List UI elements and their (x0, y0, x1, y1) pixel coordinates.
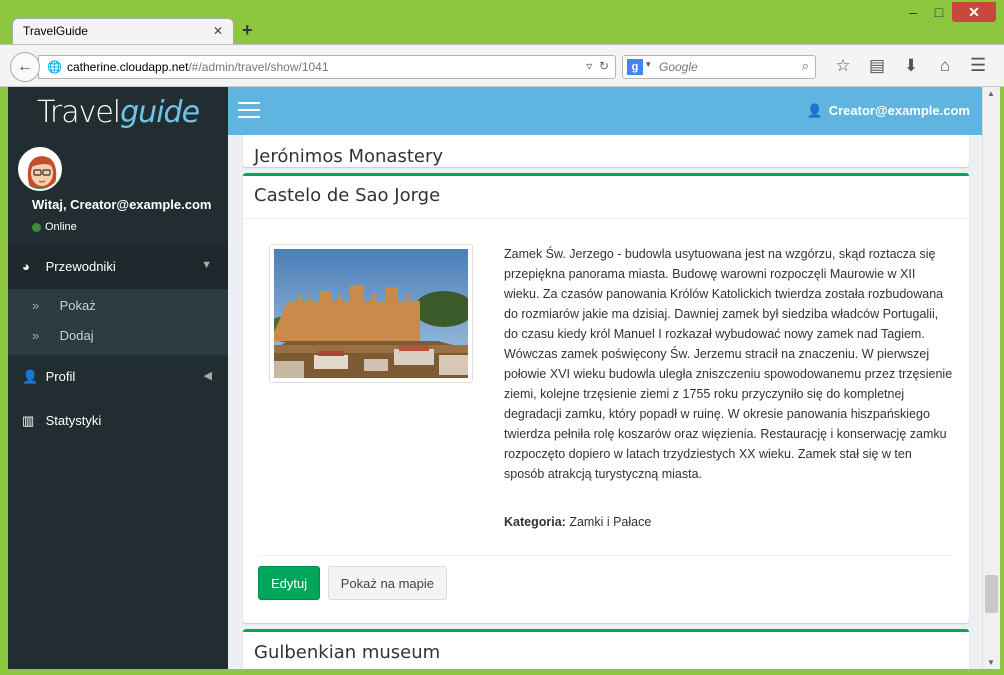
sidebar-item-label: Przewodniki (45, 259, 116, 274)
category-value: Zamki i Pałace (569, 515, 652, 529)
sidebar-item-guides[interactable]: ◕ Przewodniki ▼ (8, 245, 228, 289)
place-card: Gulbenkian museum (243, 629, 969, 669)
minimize-button[interactable]: ‒ (900, 2, 926, 22)
url-host: catherine.cloudapp.net (67, 60, 189, 74)
main-content: Jerónimos Monastery Castelo de Sao Jorge (228, 135, 982, 669)
bar-chart-icon: ▥ (22, 413, 35, 428)
bookmarks-menu-icon[interactable]: ▤ (860, 56, 894, 76)
toolbar-icons: ☆ ▤ ⬇ ⌂ (826, 56, 962, 76)
place-title: Gulbenkian museum (254, 642, 441, 663)
browser-toolbar: 🌐 catherine.cloudapp.net/#/admin/travel/… (0, 44, 1004, 87)
place-card: Jerónimos Monastery (243, 135, 969, 167)
logo-travel: Travel (36, 95, 121, 130)
show-on-map-button[interactable]: Pokaż na mapie (327, 566, 447, 600)
scrollbar-thumb[interactable] (985, 575, 998, 613)
user-panel: Witaj, Creator@example.com Online (8, 135, 228, 245)
browser-tab[interactable]: TravelGuide ✕ (12, 18, 234, 44)
sidebar-item-label: Pokaż (59, 298, 96, 313)
status-text: Online (45, 221, 77, 233)
user-greeting: Witaj, Creator@example.com (32, 197, 212, 212)
place-card-header: Castelo de Sao Jorge (243, 176, 969, 219)
user-status: Online (32, 221, 77, 233)
dashboard-icon: ◕ (22, 259, 30, 274)
browser-menu-icon[interactable]: ☰ (970, 55, 986, 76)
reload-icon[interactable]: ▿ ↻ (586, 59, 609, 73)
sidebar-toggle-icon[interactable] (238, 102, 260, 123)
sidebar-item-add[interactable]: » Dodaj (8, 321, 228, 351)
web-page: Travelguide Witaj, Creator@example.com O… (8, 87, 1000, 669)
place-description: Zamek Św. Jerzego - budowla usytuowana j… (504, 247, 953, 481)
sidebar-item-label: Dodaj (59, 328, 94, 343)
guides-submenu: » Pokaż » Dodaj (8, 289, 228, 355)
google-icon: g (627, 59, 643, 75)
scroll-up-icon[interactable]: ▲ (987, 89, 995, 98)
place-category: Kategoria: Zamki i Pałace (504, 515, 651, 529)
chevron-left-icon: ◀ (203, 370, 212, 382)
avatar (18, 147, 62, 191)
double-chevron-right-icon: » (32, 298, 40, 313)
sidebar-item-label: Statystyki (45, 413, 102, 428)
tab-title: TravelGuide (23, 24, 88, 38)
chevron-down-icon[interactable]: ▾ (646, 59, 651, 70)
place-card-footer: Edytuj Pokaż na mapie (258, 555, 954, 600)
browser-window: ‒ □ ✕ TravelGuide ✕ + 🌐 catherine.clouda… (0, 0, 1004, 675)
sidebar-item-show[interactable]: » Pokaż (8, 291, 228, 321)
user-icon: 👤 (806, 103, 823, 118)
sidebar-item-profile[interactable]: 👤 Profil ◀ (8, 355, 228, 399)
edit-button[interactable]: Edytuj (258, 566, 321, 600)
page-scrollbar[interactable]: ▲ ▼ (982, 87, 1000, 669)
search-icon[interactable]: ⌕ (802, 58, 809, 74)
back-button[interactable]: ← (10, 52, 40, 82)
sidebar-item-stats[interactable]: ▥ Statystyki (8, 399, 228, 443)
user-icon: 👤 (22, 369, 39, 384)
sidebar-item-label: Profil (45, 369, 76, 384)
online-dot-icon (32, 222, 41, 232)
window-controls: ‒ □ ✕ (900, 2, 996, 22)
close-window-button[interactable]: ✕ (952, 2, 996, 22)
app-header: 👤 Creator@example.com (228, 87, 1000, 135)
sidebar: Travelguide Witaj, Creator@example.com O… (8, 87, 228, 669)
place-card: Castelo de Sao Jorge Zamek Św. Jerzego -… (243, 173, 969, 623)
tab-close-icon[interactable]: ✕ (213, 24, 223, 38)
place-title: Castelo de Sao Jorge (254, 185, 441, 206)
place-photo (264, 244, 474, 383)
logo-guide: guide (120, 95, 200, 130)
maximize-button[interactable]: □ (926, 2, 952, 22)
globe-icon: 🌐 (47, 60, 62, 74)
double-chevron-right-icon: » (32, 328, 40, 343)
category-label: Kategoria: (504, 515, 566, 529)
bookmark-star-icon[interactable]: ☆ (826, 56, 860, 76)
search-input[interactable]: g ▾ Google ⌕ (622, 55, 816, 79)
place-title: Jerónimos Monastery (254, 146, 443, 167)
home-icon[interactable]: ⌂ (928, 56, 962, 76)
back-arrow-icon: ← (17, 58, 33, 75)
top-user-email: Creator@example.com (828, 103, 970, 118)
chevron-down-icon: ▼ (201, 259, 212, 271)
download-icon[interactable]: ⬇ (894, 56, 928, 76)
url-path: /#/admin/travel/show/1041 (188, 60, 329, 74)
new-tab-button[interactable]: + (242, 20, 253, 41)
app-logo[interactable]: Travelguide (8, 87, 228, 135)
user-menu[interactable]: 👤 Creator@example.com (807, 103, 970, 119)
scroll-down-icon[interactable]: ▼ (987, 658, 995, 667)
search-placeholder: Google (659, 60, 698, 74)
url-bar[interactable]: 🌐 catherine.cloudapp.net/#/admin/travel/… (38, 55, 616, 79)
